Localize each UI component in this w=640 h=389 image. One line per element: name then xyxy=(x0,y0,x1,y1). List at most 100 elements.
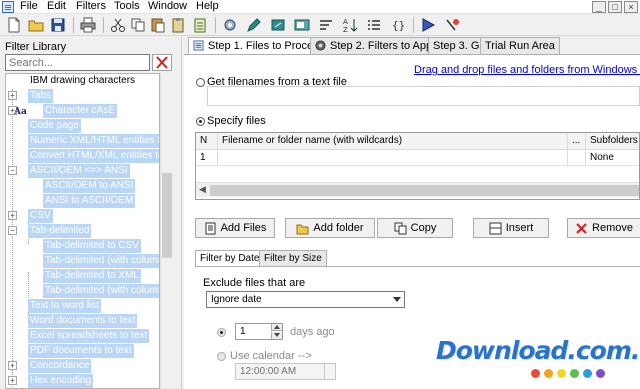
menu-tools[interactable]: Tools xyxy=(112,0,142,14)
tree-item[interactable]: Tab-delimited (with column h xyxy=(6,284,159,298)
tree-item[interactable]: Tab-delimited (with column h xyxy=(6,254,159,268)
tree-item[interactable]: PDF documents to text xyxy=(6,344,159,358)
menu-file[interactable]: File xyxy=(18,0,40,14)
expand-icon[interactable]: + xyxy=(8,376,17,385)
tree-item-label: IBM drawing characters xyxy=(30,75,136,86)
open-folder-icon[interactable] xyxy=(28,17,44,33)
tree-item[interactable]: Tab-delimited to CSV xyxy=(6,239,159,253)
tab-trial-run-area[interactable]: Trial Run Area xyxy=(480,37,560,54)
list-icon[interactable] xyxy=(366,17,382,33)
spin-up-icon[interactable] xyxy=(271,324,282,331)
specify-files-radio[interactable] xyxy=(196,117,205,126)
expand-icon[interactable]: + xyxy=(8,211,17,220)
expand-icon[interactable]: + xyxy=(8,361,17,370)
menu-window[interactable]: Window xyxy=(146,0,189,14)
col-browse[interactable]: ... xyxy=(568,133,586,149)
browse-cell[interactable] xyxy=(568,150,586,166)
tree-item[interactable]: + CSV xyxy=(6,209,159,223)
time-spinner-icon[interactable] xyxy=(324,364,335,379)
tree-item[interactable]: − Tab-delimited xyxy=(6,224,159,238)
clipboard-icon[interactable] xyxy=(170,17,186,33)
tree-item[interactable]: − ASCII/OEM <=> ANSI xyxy=(6,164,159,178)
tree-item-label: PDF documents to text xyxy=(28,344,134,358)
clear-search-button[interactable] xyxy=(152,54,172,71)
collapse-icon[interactable]: − xyxy=(8,166,17,175)
sort-az-icon[interactable]: AZ xyxy=(342,17,358,33)
col-n[interactable]: N xyxy=(196,133,218,149)
clipboard-list-icon[interactable] xyxy=(192,17,208,33)
add-files-button[interactable]: Add Files xyxy=(195,218,275,238)
menu-filters[interactable]: Filters xyxy=(74,0,108,14)
tab-files-to-process[interactable]: Step 1. Files to Process xyxy=(188,37,330,55)
run-arrow-icon[interactable] xyxy=(420,17,436,33)
tree-item-label: Numeric XML/HTML entities to te xyxy=(28,134,159,148)
time-input[interactable]: 12:00:00 AM xyxy=(235,363,336,380)
insert-button[interactable]: Insert xyxy=(473,218,549,238)
tree-item[interactable]: Convert HTML/XML entities to te xyxy=(6,149,159,163)
grid-horizontal-scrollbar[interactable]: ◀ xyxy=(196,182,639,197)
text-file-radio[interactable] xyxy=(196,78,205,87)
word-wrap-icon[interactable] xyxy=(318,17,334,33)
days-ago-radio[interactable] xyxy=(217,328,226,337)
col-filename[interactable]: Filename or folder name (with wildcards) xyxy=(218,133,568,149)
remove-button[interactable]: Remove xyxy=(567,218,640,238)
menu-help[interactable]: Help xyxy=(194,0,221,14)
tab-filter-by-date[interactable]: Filter by Date xyxy=(195,250,265,266)
restore-button[interactable]: □ xyxy=(608,1,622,13)
tree-item[interactable]: + Hex encoding xyxy=(6,374,159,388)
tree-item[interactable]: + Aa Character cAsE xyxy=(6,104,159,118)
filename-cell[interactable] xyxy=(218,150,568,166)
cut-icon[interactable] xyxy=(110,17,126,33)
tree-item[interactable]: IBM drawing characters xyxy=(6,74,159,88)
tree-scrollbar-thumb[interactable] xyxy=(162,173,172,258)
tab-filters-to-apply[interactable]: Step 2. Filters to Apply xyxy=(310,37,446,54)
paste-icon[interactable] xyxy=(150,17,166,33)
col-subfolders[interactable]: Subfolders xyxy=(586,133,639,149)
table-row[interactable]: 1 None xyxy=(196,150,639,166)
days-spinner[interactable]: 1 xyxy=(235,323,283,340)
print-icon[interactable] xyxy=(80,17,96,33)
subfolders-cell[interactable]: None xyxy=(586,150,639,166)
tree-item[interactable]: Tab-delimited to XML xyxy=(6,269,159,283)
text-file-path-input[interactable] xyxy=(207,86,640,106)
tree-item[interactable]: ANSI to ASCII/OEM xyxy=(6,194,159,208)
files-grid[interactable]: N Filename or folder name (with wildcard… xyxy=(195,132,640,200)
add-folder-button[interactable]: Add folder xyxy=(285,218,375,238)
tree-scrollbar[interactable] xyxy=(160,73,172,389)
copy-icon[interactable] xyxy=(130,17,146,33)
highlight-icon[interactable] xyxy=(270,17,286,33)
drag-drop-link[interactable]: Drag and drop files and folders from Win… xyxy=(414,64,640,76)
tree-item[interactable]: Code page xyxy=(6,119,159,133)
spin-down-icon[interactable] xyxy=(271,332,282,339)
minimize-button[interactable]: _ xyxy=(592,1,606,13)
tree-item[interactable]: ASCII/OEM to ANSI xyxy=(6,179,159,193)
tree-item-label: Excel spreadsheets to text xyxy=(28,329,150,343)
menu-edit[interactable]: Edit xyxy=(45,0,68,14)
grid-scrollbar-thumb[interactable] xyxy=(210,185,639,196)
braces-icon[interactable]: {} xyxy=(390,17,406,33)
exclude-date-select[interactable]: Ignore date xyxy=(206,291,405,308)
tab-filter-by-size[interactable]: Filter by Size xyxy=(259,250,327,266)
edit-pencil-icon[interactable] xyxy=(246,17,262,33)
new-file-icon[interactable] xyxy=(6,17,22,33)
tree-item[interactable]: Numeric XML/HTML entities to te xyxy=(6,134,159,148)
tree-item[interactable]: Word documents to text xyxy=(6,314,159,328)
copy-button[interactable]: Copy xyxy=(377,218,453,238)
save-icon[interactable] xyxy=(50,17,66,33)
tree-item[interactable]: Text to word list xyxy=(6,299,159,313)
help-icon[interactable] xyxy=(444,17,460,33)
tree-item[interactable]: Excel spreadsheets to text xyxy=(6,329,159,343)
settings-gear-icon[interactable] xyxy=(222,17,238,33)
collapse-icon[interactable]: − xyxy=(8,226,17,235)
expand-icon[interactable]: + xyxy=(8,91,17,100)
ascii-icon[interactable] xyxy=(294,17,310,33)
filter-search-input[interactable] xyxy=(5,54,150,71)
tree-item[interactable]: + Tabs xyxy=(6,89,159,103)
tree-item[interactable]: + Concordance xyxy=(6,359,159,373)
close-button[interactable]: × xyxy=(624,1,638,13)
app-icon[interactable] xyxy=(2,1,14,13)
scroll-left-icon[interactable]: ◀ xyxy=(199,184,206,195)
tree-item-label: Tab-delimited to XML xyxy=(43,269,141,283)
use-calendar-radio[interactable] xyxy=(217,352,226,361)
filter-tree[interactable]: IBM drawing characters + Tabs + Aa Chara… xyxy=(5,73,160,389)
